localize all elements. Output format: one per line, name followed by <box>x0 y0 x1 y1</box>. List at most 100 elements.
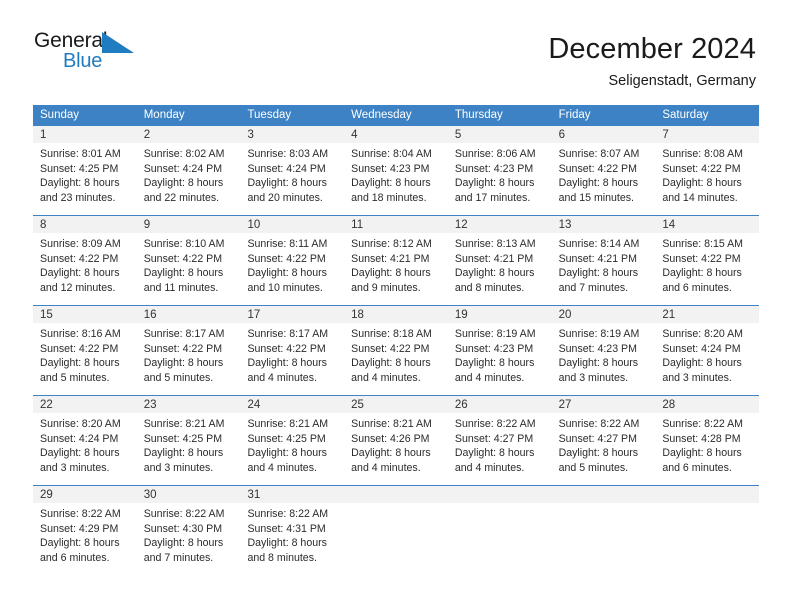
day-number: 7 <box>662 129 669 141</box>
sunrise-text: Sunrise: 8:15 AM <box>662 238 743 250</box>
day-number-band: 6 <box>551 126 656 144</box>
sunset-text: Sunset: 4:22 PM <box>40 342 119 355</box>
sunrise-text: Sunrise: 8:22 AM <box>454 418 536 430</box>
brand-logo[interactable]: General Blue <box>34 30 138 78</box>
day-number-band <box>447 486 552 504</box>
sunrise-text: Sunrise: 8:11 AM <box>247 238 328 250</box>
calendar-day-cell[interactable]: 9 Sunrise: 8:10 AM Sunset: 4:22 PM Daylight… <box>136 216 241 305</box>
daylight-text-line1: Daylight: 8 hours <box>454 267 535 280</box>
sunrise-text: Sunrise: 8:12 AM <box>351 238 432 250</box>
calendar-day-cell[interactable]: 19 Sunrise: 8:19 AM Sunset: 4:23 PM Dayligh… <box>447 306 552 395</box>
day-number-band: 27 <box>551 396 656 414</box>
calendar-day-cell[interactable]: 29 Sunrise: 8:22 AM Sunset: 4:29 PM Dayligh… <box>33 486 137 575</box>
day-cell-details: Sunrise: 8:07 AM Sunset: 4:22 PM Daylight:… <box>552 144 656 205</box>
day-cell-details: Sunrise: 8:02 AM Sunset: 4:24 PM Daylight:… <box>137 144 241 205</box>
calendar-day-cell[interactable]: 24 Sunrise: 8:21 AM Sunset: 4:25 PM Dayligh… <box>240 396 345 485</box>
day-number-band: 14 <box>655 216 760 234</box>
sunrise-text: Sunrise: 8:17 AM <box>143 328 225 340</box>
day-cell-details: Sunrise: 8:21 AM Sunset: 4:26 PM Daylight:… <box>344 414 448 475</box>
calendar-day-cell[interactable]: 20 Sunrise: 8:19 AM Sunset: 4:23 PM Dayligh… <box>551 306 656 395</box>
day-number-band: 23 <box>136 396 241 414</box>
calendar-day-cell[interactable]: 23 Sunrise: 8:21 AM Sunset: 4:25 PM Dayligh… <box>136 396 241 485</box>
day-cell-details: Sunrise: 8:09 AM Sunset: 4:22 PM Daylight:… <box>33 234 137 295</box>
daylight-text-line1: Daylight: 8 hours <box>247 447 327 460</box>
day-of-week-wednesday: Wednesday <box>351 109 412 121</box>
daylight-text-line1: Daylight: 8 hours <box>662 177 742 190</box>
day-cell-details: Sunrise: 8:22 AM Sunset: 4:30 PM Daylight:… <box>137 504 241 565</box>
calendar-day-cell[interactable]: 13 Sunrise: 8:14 AM Sunset: 4:21 PM Dayligh… <box>551 216 656 305</box>
calendar-day-cell[interactable]: 7 Sunrise: 8:08 AM Sunset: 4:22 PM Daylight… <box>655 126 760 215</box>
calendar-day-cell[interactable]: 31 Sunrise: 8:22 AM Sunset: 4:31 PM Dayligh… <box>240 486 345 575</box>
day-number-band: 15 <box>33 306 137 324</box>
day-number: 8 <box>40 219 47 231</box>
daylight-text-line2: and 12 minutes. <box>40 281 116 294</box>
day-number-band: 13 <box>551 216 656 234</box>
calendar-day-cell[interactable]: 8 Sunrise: 8:09 AM Sunset: 4:22 PM Daylight… <box>33 216 137 305</box>
day-number-band: 18 <box>344 306 448 324</box>
daylight-text-line1: Daylight: 8 hours <box>143 447 224 460</box>
daylight-text-line1: Daylight: 8 hours <box>351 357 431 370</box>
calendar-day-cell[interactable]: 14 Sunrise: 8:15 AM Sunset: 4:22 PM Dayligh… <box>655 216 760 305</box>
day-number: 29 <box>40 489 53 501</box>
sunrise-text: Sunrise: 8:21 AM <box>143 418 225 430</box>
calendar-day-cell[interactable]: 11 Sunrise: 8:12 AM Sunset: 4:21 PM Dayligh… <box>344 216 448 305</box>
calendar-day-cell[interactable]: 21 Sunrise: 8:20 AM Sunset: 4:24 PM Dayligh… <box>655 306 760 395</box>
sunset-text: Sunset: 4:22 PM <box>143 342 223 355</box>
sunset-text: Sunset: 4:24 PM <box>40 432 119 445</box>
calendar-day-cell[interactable]: 26 Sunrise: 8:22 AM Sunset: 4:27 PM Dayligh… <box>447 396 552 485</box>
daylight-text-line2: and 5 minutes. <box>558 461 629 474</box>
sunrise-text: Sunrise: 8:14 AM <box>558 238 640 250</box>
calendar-day-cell[interactable]: 2 Sunrise: 8:02 AM Sunset: 4:24 PM Daylight… <box>136 126 241 215</box>
daylight-text-line2: and 4 minutes. <box>454 461 525 474</box>
calendar-day-cell[interactable]: 10 Sunrise: 8:11 AM Sunset: 4:22 PM Dayligh… <box>240 216 345 305</box>
sunrise-text: Sunrise: 8:19 AM <box>454 328 536 340</box>
calendar-day-cell[interactable]: 4 Sunrise: 8:04 AM Sunset: 4:23 PM Daylight… <box>344 126 448 215</box>
day-cell-details: Sunrise: 8:06 AM Sunset: 4:23 PM Daylight:… <box>448 144 552 205</box>
calendar-day-cell[interactable]: 25 Sunrise: 8:21 AM Sunset: 4:26 PM Dayligh… <box>344 396 448 485</box>
calendar-day-cell[interactable]: 27 Sunrise: 8:22 AM Sunset: 4:27 PM Dayligh… <box>551 396 656 485</box>
sunrise-text: Sunrise: 8:20 AM <box>40 418 121 430</box>
sunset-text: Sunset: 4:22 PM <box>40 252 119 265</box>
calendar-day-cell[interactable]: 18 Sunrise: 8:18 AM Sunset: 4:22 PM Dayligh… <box>344 306 448 395</box>
calendar-day-cell[interactable]: 3 Sunrise: 8:03 AM Sunset: 4:24 PM Daylight… <box>240 126 345 215</box>
daylight-text-line2: and 6 minutes. <box>662 461 732 474</box>
sunrise-text: Sunrise: 8:22 AM <box>662 418 743 430</box>
sunset-text: Sunset: 4:24 PM <box>143 162 223 175</box>
sunrise-text: Sunrise: 8:03 AM <box>247 148 329 160</box>
calendar-day-cell[interactable]: 1 Sunrise: 8:01 AM Sunset: 4:25 PM Daylight… <box>33 126 137 215</box>
sunset-text: Sunset: 4:22 PM <box>143 252 223 265</box>
day-number: 16 <box>143 309 157 321</box>
day-cell-details: Sunrise: 8:21 AM Sunset: 4:25 PM Daylight:… <box>137 414 241 475</box>
day-cell-details: Sunrise: 8:19 AM Sunset: 4:23 PM Daylight:… <box>552 324 656 385</box>
calendar-day-cell[interactable]: 17 Sunrise: 8:17 AM Sunset: 4:22 PM Dayligh… <box>240 306 345 395</box>
calendar-week-row: 22 Sunrise: 8:20 AM Sunset: 4:24 PM Dayligh… <box>33 395 760 485</box>
calendar-day-cell[interactable]: 15 Sunrise: 8:16 AM Sunset: 4:22 PM Dayligh… <box>33 306 137 395</box>
sunset-text: Sunset: 4:21 PM <box>454 252 534 265</box>
calendar-day-cell[interactable]: 5 Sunrise: 8:06 AM Sunset: 4:23 PM Daylight… <box>447 126 552 215</box>
day-cell-details: Sunrise: 8:15 AM Sunset: 4:22 PM Daylight:… <box>655 234 759 295</box>
day-number: 10 <box>247 219 261 231</box>
day-cell-details: Sunrise: 8:19 AM Sunset: 4:23 PM Daylight:… <box>448 324 552 385</box>
daylight-text-line2: and 6 minutes. <box>40 551 110 564</box>
calendar-day-cell[interactable]: 6 Sunrise: 8:07 AM Sunset: 4:22 PM Daylight… <box>551 126 656 215</box>
day-of-week-monday: Monday <box>143 109 185 121</box>
daylight-text-line2: and 4 minutes. <box>351 461 421 474</box>
calendar-day-cell[interactable]: 30 Sunrise: 8:22 AM Sunset: 4:30 PM Dayligh… <box>136 486 241 575</box>
day-cell-details: Sunrise: 8:22 AM Sunset: 4:27 PM Daylight:… <box>448 414 552 475</box>
day-cell-details: Sunrise: 8:22 AM Sunset: 4:27 PM Daylight:… <box>552 414 656 475</box>
sunrise-text: Sunrise: 8:10 AM <box>143 238 225 250</box>
calendar-day-cell[interactable]: 28 Sunrise: 8:22 AM Sunset: 4:28 PM Dayligh… <box>655 396 760 485</box>
calendar-day-cell[interactable]: 16 Sunrise: 8:17 AM Sunset: 4:22 PM Dayligh… <box>136 306 241 395</box>
day-of-week-sunday: Sunday <box>40 109 80 121</box>
sunrise-text: Sunrise: 8:09 AM <box>40 238 121 250</box>
daylight-text-line2: and 4 minutes. <box>247 461 317 474</box>
day-of-week-thursday: Thursday <box>454 109 503 121</box>
calendar-day-cell[interactable]: 22 Sunrise: 8:20 AM Sunset: 4:24 PM Dayligh… <box>33 396 137 485</box>
sunrise-text: Sunrise: 8:06 AM <box>454 148 536 160</box>
calendar-day-cell[interactable]: 12 Sunrise: 8:13 AM Sunset: 4:21 PM Dayligh… <box>447 216 552 305</box>
day-number-band: 11 <box>344 216 448 234</box>
daylight-text-line1: Daylight: 8 hours <box>143 537 224 550</box>
day-number: 17 <box>247 309 261 321</box>
day-number: 31 <box>247 489 261 501</box>
day-cell-details: Sunrise: 8:22 AM Sunset: 4:31 PM Daylight:… <box>240 504 344 565</box>
